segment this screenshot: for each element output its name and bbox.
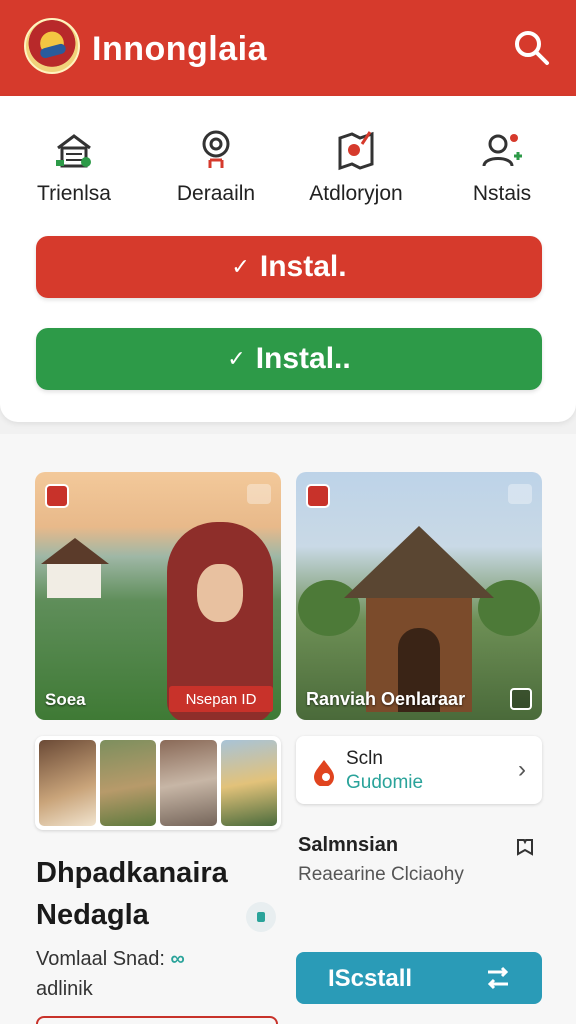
share-icon: [257, 912, 265, 922]
building-icon: [56, 134, 91, 168]
category-label: Atdloryjon: [309, 182, 403, 205]
photo-tag: Nsepan ID: [169, 686, 273, 712]
outlined-button-partial[interactable]: [36, 1016, 278, 1024]
thumbnail-food-4[interactable]: [220, 740, 277, 826]
share-button[interactable]: [246, 902, 276, 932]
user-group-icon: [482, 134, 522, 167]
search-button[interactable]: [512, 28, 552, 68]
article-text: Vomlaal Snad: ∞ adlinik: [36, 944, 185, 1004]
install-button[interactable]: IScstall: [296, 952, 542, 1004]
category-label: Nstais: [472, 182, 532, 205]
content-feed: Soea Nsepan ID Ranviah Oenlaraar Scln Gu…: [0, 434, 576, 1024]
install-button-primary[interactable]: ✓ Instal.: [36, 236, 542, 298]
info-card[interactable]: Scln Gudomie ›: [296, 736, 542, 804]
category-label: Trienlsa: [37, 182, 111, 205]
article-text-line: adlinik: [36, 978, 93, 1000]
bookmark-icon[interactable]: [514, 836, 536, 858]
check-icon: ✓: [227, 346, 246, 371]
check-icon: ✓: [231, 254, 250, 279]
article-text-line: Vomlaal Snad:: [36, 948, 165, 970]
category-panel: Trienlsa Deraailn Atdloryjon Nstais ✓ In…: [0, 96, 576, 422]
thumbnail-strip: [35, 736, 281, 830]
corner-badge-icon: [508, 484, 532, 504]
search-icon: [515, 31, 549, 65]
map-icon: [338, 131, 374, 171]
corner-badge-icon: [247, 484, 271, 504]
category-item-1[interactable]: Trienlsa: [14, 126, 134, 206]
article-title: Dhpadkanaira Nedagla: [36, 852, 228, 936]
infinity-icon: ∞: [170, 948, 185, 970]
temple-illustration: [344, 502, 494, 712]
swap-icon: [487, 966, 509, 990]
house-illustration: [41, 538, 109, 602]
feed-photo-temple[interactable]: Ranviah Oenlaraar: [296, 472, 542, 720]
thumbnail-food-2[interactable]: [99, 740, 156, 826]
thumbnail-food-3[interactable]: [160, 740, 217, 826]
chevron-right-icon: ›: [518, 756, 526, 783]
side-title: Salmnsian: [298, 834, 399, 856]
category-item-2[interactable]: Deraailn: [156, 126, 276, 206]
install-button-label: Instal..: [255, 342, 351, 375]
install-button-secondary[interactable]: ✓ Instal..: [36, 328, 542, 390]
app-header: Innonglaia: [0, 0, 576, 96]
install-button-label: IScstall: [328, 965, 413, 992]
feed-photo-woman[interactable]: Soea Nsepan ID: [35, 472, 281, 720]
side-subtitle: Reaearine Clciaohy: [298, 864, 464, 885]
photo-caption: Soea: [45, 690, 86, 709]
app-title: Innonglaia: [92, 30, 267, 68]
app-logo: [24, 18, 80, 74]
thumbnail-food-1[interactable]: [39, 740, 96, 826]
article-title-line: Dhpadkanaira: [36, 857, 228, 889]
flag-badge-icon: [45, 484, 69, 508]
install-button-label: Instal.: [259, 250, 347, 283]
category-item-4[interactable]: Nstais: [442, 126, 562, 206]
drop-icon: [314, 760, 334, 786]
category-label: Deraailn: [176, 182, 256, 205]
location-pin-icon: [202, 130, 230, 168]
info-card-title: Scln: [346, 748, 383, 769]
flag-badge-icon: [306, 484, 330, 508]
category-item-3[interactable]: Atdloryjon: [296, 126, 416, 206]
expand-icon[interactable]: [510, 688, 532, 710]
article-title-line: Nedagla: [36, 899, 149, 931]
photo-caption: Ranviah Oenlaraar: [306, 689, 466, 709]
info-card-subtitle: Gudomie: [346, 772, 424, 793]
